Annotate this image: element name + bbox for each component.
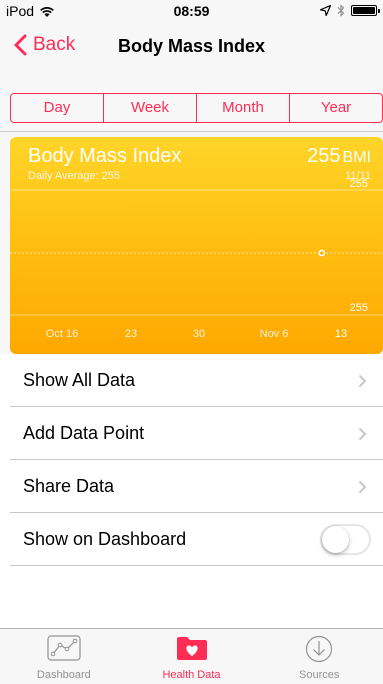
add-data-point-row[interactable]: Add Data Point bbox=[0, 407, 383, 460]
tab-sources[interactable]: Sources bbox=[255, 629, 383, 684]
chevron-right-icon bbox=[358, 374, 367, 388]
divider bbox=[0, 131, 383, 132]
health-data-icon bbox=[176, 637, 207, 660]
x-tick-label: 23 bbox=[125, 328, 137, 340]
show-on-dashboard-toggle[interactable] bbox=[320, 524, 371, 555]
show-on-dashboard-label: Show on Dashboard bbox=[23, 529, 187, 549]
y-tick-label-bottom: 255 bbox=[350, 302, 368, 314]
bmi-chart: 255 255 Oct 16 23 30 Nov 6 13 bbox=[10, 178, 383, 340]
x-tick-label: 30 bbox=[193, 328, 205, 340]
tab-bar: Dashboard Health Data Sources bbox=[0, 628, 383, 684]
x-tick-label: 13 bbox=[335, 328, 347, 340]
dashboard-icon bbox=[47, 635, 81, 661]
list-empty-area bbox=[0, 566, 383, 628]
time-range-segmented-control: Day Week Month Year bbox=[10, 93, 383, 123]
bluetooth-icon bbox=[337, 4, 345, 17]
options-list: Show All Data Add Data Point Share Data … bbox=[0, 354, 383, 566]
battery-icon bbox=[351, 5, 380, 16]
share-data-label: Share Data bbox=[23, 476, 115, 496]
show-all-data-row[interactable]: Show All Data bbox=[0, 354, 383, 407]
segment-week[interactable]: Week bbox=[104, 94, 197, 122]
page-title: Body Mass Index bbox=[117, 36, 266, 56]
bmi-chart-card[interactable]: Body Mass Index Daily Average: 255 255 BM… bbox=[10, 137, 383, 354]
y-tick-label-top: 255 bbox=[350, 178, 368, 190]
tab-sources-label: Sources bbox=[299, 669, 340, 681]
x-tick-label: Oct 16 bbox=[46, 328, 78, 340]
status-bar: iPod 08:59 bbox=[0, 0, 383, 22]
data-point bbox=[318, 249, 326, 257]
segment-day[interactable]: Day bbox=[11, 94, 104, 122]
add-data-point-label: Add Data Point bbox=[23, 423, 145, 443]
segment-year[interactable]: Year bbox=[290, 94, 382, 122]
show-on-dashboard-row: Show on Dashboard bbox=[0, 513, 383, 566]
toggle-knob bbox=[322, 526, 349, 553]
nav-bar: Back Body Mass Index bbox=[0, 22, 383, 72]
chevron-right-icon bbox=[358, 427, 367, 441]
tab-health-data[interactable]: Health Data bbox=[128, 629, 256, 684]
sources-icon bbox=[306, 635, 333, 663]
segment-month[interactable]: Month bbox=[197, 94, 290, 122]
battery-fill bbox=[353, 7, 375, 14]
tab-health-data-label: Health Data bbox=[162, 669, 221, 681]
chevron-right-icon bbox=[358, 480, 367, 494]
show-all-data-label: Show All Data bbox=[23, 370, 136, 390]
location-icon bbox=[320, 5, 331, 16]
x-tick-label: Nov 6 bbox=[260, 328, 289, 340]
tab-dashboard[interactable]: Dashboard bbox=[0, 629, 128, 684]
status-icons bbox=[320, 4, 380, 17]
tab-dashboard-label: Dashboard bbox=[36, 669, 91, 681]
share-data-row[interactable]: Share Data bbox=[0, 460, 383, 513]
